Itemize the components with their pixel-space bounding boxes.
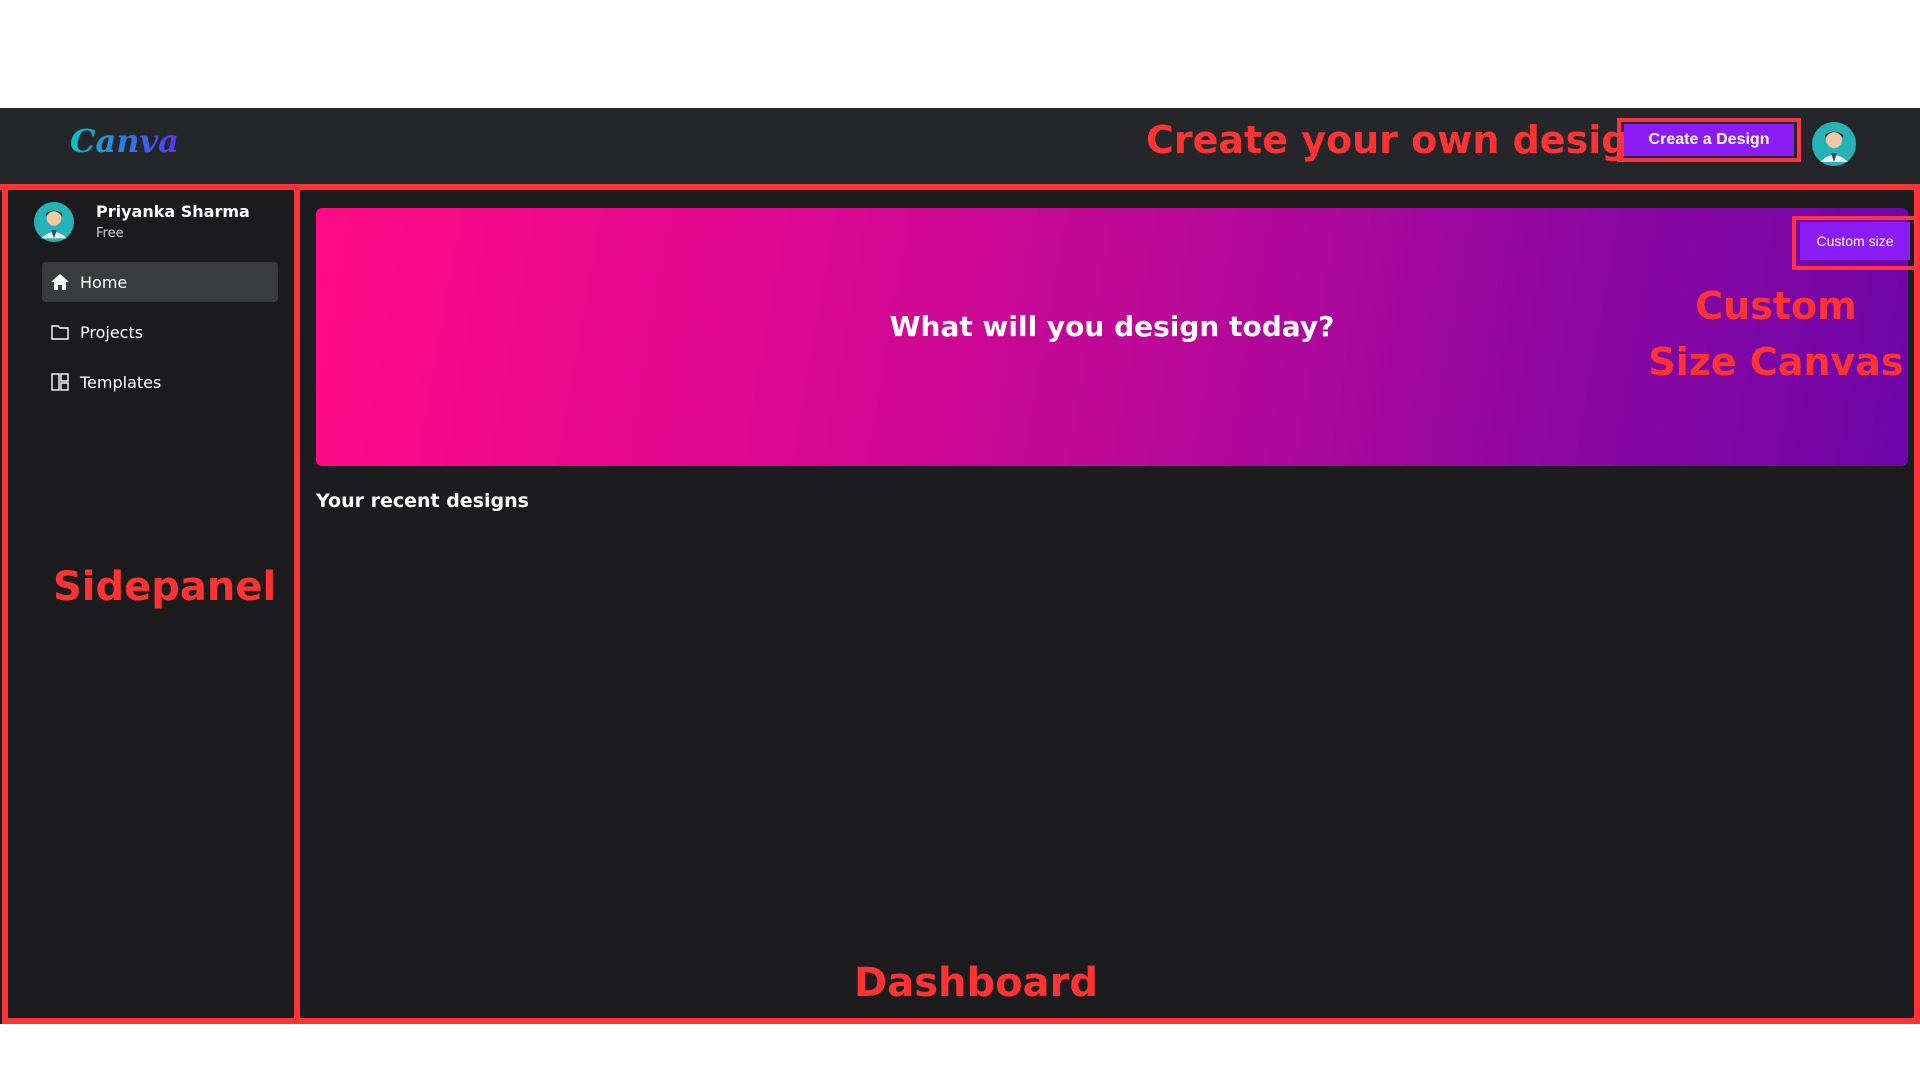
- sidebar-item-home[interactable]: Home: [42, 262, 278, 302]
- sidebar-item-label: Projects: [80, 322, 144, 342]
- annotation-dashboard: Dashboard: [854, 960, 1098, 1006]
- recent-designs-heading: Your recent designs: [316, 490, 529, 512]
- custom-size-button[interactable]: Custom size: [1800, 222, 1910, 260]
- annotation-custom-size: Custom Size Canvas: [1648, 284, 1904, 384]
- home-icon: [51, 274, 69, 290]
- annotation-create-design: Create your own design: [1146, 118, 1656, 162]
- app-window: Canva Create your own design Create a De…: [0, 108, 1920, 1024]
- sidebar-item-projects[interactable]: Projects: [42, 312, 278, 352]
- sidepanel: Priyanka Sharma Free Home Projects Templ…: [8, 190, 294, 1018]
- templates-icon: [51, 373, 69, 391]
- top-bar: Canva Create your own design Create a De…: [0, 108, 1920, 184]
- canva-logo[interactable]: Canva: [70, 122, 179, 160]
- dashboard: What will you design today? Custom size …: [300, 190, 1918, 1018]
- user-name: Priyanka Sharma: [96, 202, 250, 221]
- sidebar-item-label: Templates: [80, 372, 162, 392]
- profile-avatar-icon[interactable]: [34, 202, 74, 242]
- create-design-button[interactable]: Create a Design: [1624, 124, 1794, 156]
- hero-banner: What will you design today? Custom size …: [316, 208, 1918, 466]
- sidebar-item-label: Home: [80, 272, 128, 292]
- user-avatar-icon[interactable]: [1812, 122, 1856, 166]
- sidebar-item-templates[interactable]: Templates: [42, 362, 278, 402]
- user-plan: Free: [96, 226, 124, 241]
- folder-icon: [51, 325, 69, 340]
- annotation-sidepanel: Sidepanel: [53, 564, 277, 610]
